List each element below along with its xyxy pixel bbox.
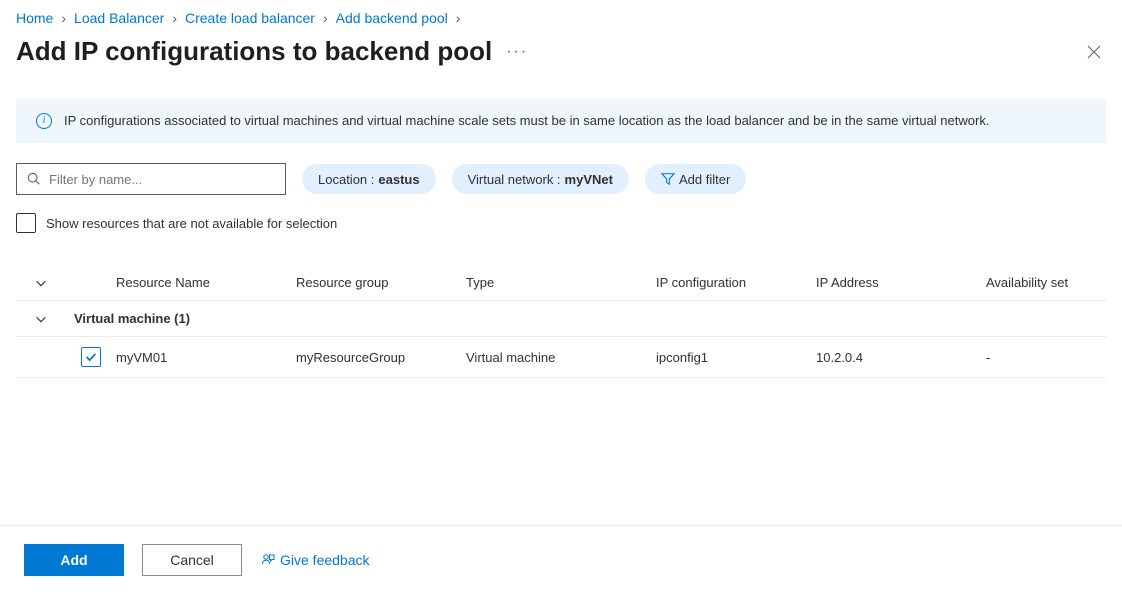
breadcrumb-home[interactable]: Home [16,10,53,26]
close-button[interactable] [1082,40,1106,64]
breadcrumb: Home › Load Balancer › Create load balan… [0,0,1122,30]
chevron-down-icon [34,312,48,326]
col-type[interactable]: Type [466,275,656,290]
filter-vnet-value: myVNet [565,172,613,187]
col-ip-address[interactable]: IP Address [816,275,986,290]
table-header: Resource Name Resource group Type IP con… [16,265,1106,300]
add-button[interactable]: Add [24,544,124,576]
row-rg: myResourceGroup [296,350,466,365]
search-icon [27,172,41,186]
filter-icon [661,172,675,186]
filter-vnet-label: Virtual network : [468,172,561,187]
filter-row: Location : eastus Virtual network : myVN… [0,143,1122,203]
row-checkbox[interactable] [81,347,101,367]
chevron-right-icon: › [61,10,66,26]
feedback-icon [260,552,276,568]
filter-pill-vnet[interactable]: Virtual network : myVNet [452,164,629,194]
group-row-virtual-machine: Virtual machine (1) [16,300,1106,336]
col-resource-group[interactable]: Resource group [296,275,466,290]
info-banner-text: IP configurations associated to virtual … [64,113,989,129]
chevron-down-icon [34,276,48,290]
row-name: myVM01 [116,350,296,365]
breadcrumb-add-backend[interactable]: Add backend pool [336,10,448,26]
filter-location-label: Location : [318,172,374,187]
chevron-right-icon: › [323,10,328,26]
col-resource-name[interactable]: Resource Name [116,275,296,290]
info-banner: i IP configurations associated to virtua… [16,99,1106,143]
row-ipconfig: ipconfig1 [656,350,816,365]
footer: Add Cancel Give feedback [0,525,1122,594]
table-area: Resource Name Resource group Type IP con… [0,237,1122,378]
more-actions-button[interactable]: ··· [506,44,528,60]
filter-pill-location[interactable]: Location : eastus [302,164,436,194]
col-availability-set[interactable]: Availability set [986,275,1106,290]
column-expand-toggle[interactable] [16,276,66,290]
filter-location-value: eastus [378,172,419,187]
row-avset: - [986,350,1106,365]
feedback-label: Give feedback [280,552,370,568]
chevron-right-icon: › [456,10,461,26]
check-icon [84,350,98,364]
show-unavailable-label: Show resources that are not available fo… [46,216,337,231]
search-input-wrap[interactable] [16,163,286,195]
group-label: Virtual machine (1) [66,311,1106,326]
table-row[interactable]: myVM01 myResourceGroup Virtual machine i… [16,336,1106,378]
row-type: Virtual machine [466,350,656,365]
feedback-link[interactable]: Give feedback [260,552,370,568]
col-ip-config[interactable]: IP configuration [656,275,816,290]
chevron-right-icon: › [172,10,177,26]
breadcrumb-create-lb[interactable]: Create load balancer [185,10,315,26]
show-unavailable-row: Show resources that are not available fo… [0,203,1122,237]
add-filter-label: Add filter [679,172,730,187]
info-icon: i [36,113,52,129]
breadcrumb-load-balancer[interactable]: Load Balancer [74,10,164,26]
title-row: Add IP configurations to backend pool ··… [0,30,1122,83]
show-unavailable-checkbox[interactable] [16,213,36,233]
close-icon [1086,44,1102,60]
cancel-button[interactable]: Cancel [142,544,242,576]
group-expand-toggle[interactable] [16,312,66,326]
page-title: Add IP configurations to backend pool [16,36,492,67]
search-input[interactable] [49,172,275,187]
row-ip: 10.2.0.4 [816,350,986,365]
add-filter-button[interactable]: Add filter [645,164,746,194]
